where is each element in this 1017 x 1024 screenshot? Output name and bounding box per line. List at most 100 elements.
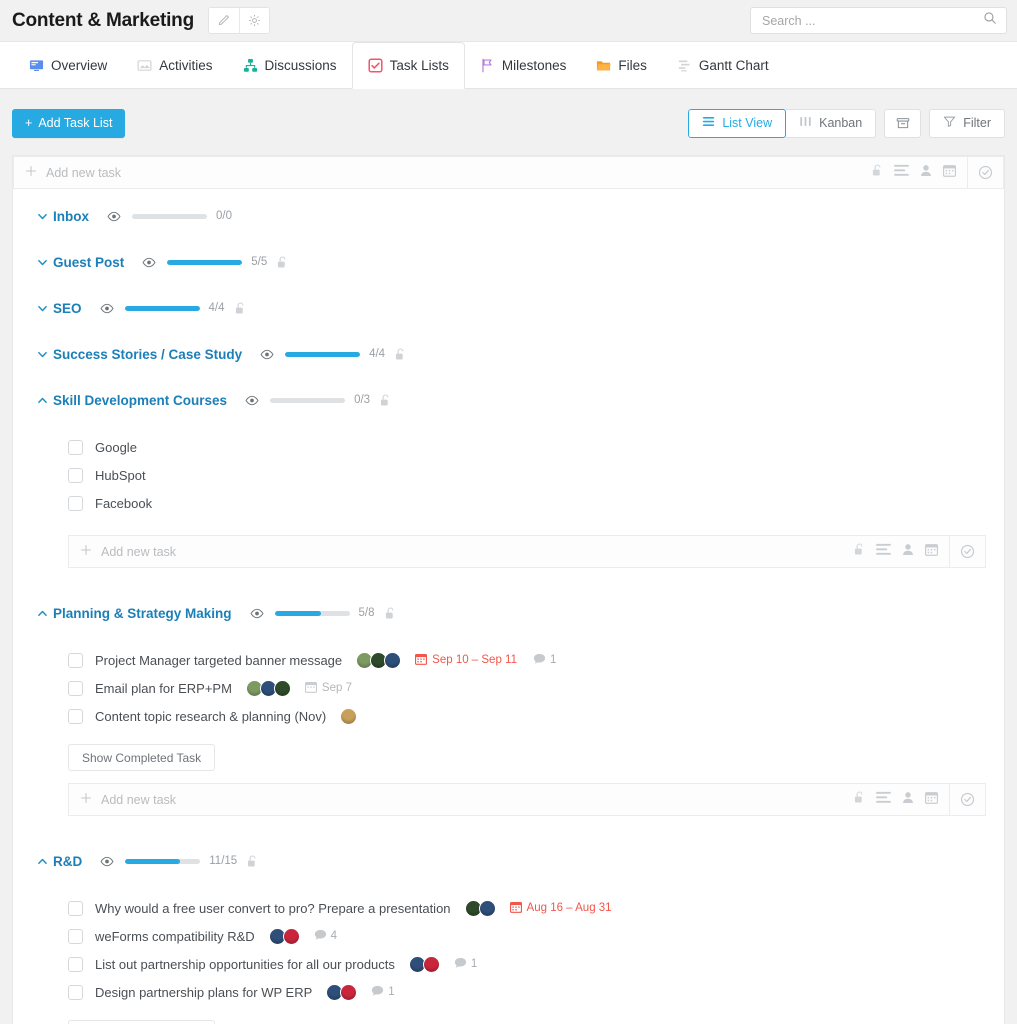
- task-due-date[interactable]: Sep 10 – Sep 11: [415, 653, 517, 668]
- task-list-name[interactable]: Success Stories / Case Study: [53, 347, 242, 362]
- task-checkbox[interactable]: [68, 467, 83, 483]
- task-title[interactable]: Content topic research & planning (Nov): [95, 709, 326, 724]
- task-checkbox[interactable]: [68, 708, 83, 724]
- task-checkbox[interactable]: [68, 928, 83, 944]
- avatar[interactable]: [384, 651, 402, 669]
- show-completed-task-button[interactable]: Show Completed Task: [68, 744, 216, 771]
- add-new-task-field[interactable]: Add new task: [69, 543, 854, 561]
- check-circle-icon[interactable]: [949, 535, 985, 568]
- task-title[interactable]: List out partnership opportunities for a…: [95, 957, 395, 972]
- task-due-date[interactable]: Sep 7: [304, 681, 352, 696]
- task-row[interactable]: Why would a free user convert to pro? Pr…: [13, 894, 1004, 922]
- task-row[interactable]: weForms compatibility R&D 4: [13, 922, 1004, 950]
- task-row[interactable]: Design partnership plans for WP ERP 1: [13, 978, 1004, 1006]
- user-icon[interactable]: [920, 164, 932, 182]
- add-new-task-row[interactable]: Add new task: [13, 156, 1004, 189]
- avatar[interactable]: [478, 899, 496, 917]
- lock-open-icon[interactable]: [235, 301, 246, 315]
- add-new-task-field[interactable]: Add new task: [14, 164, 872, 182]
- tab-files[interactable]: Files: [581, 42, 662, 88]
- task-row[interactable]: Google: [13, 433, 1004, 461]
- task-title[interactable]: weForms compatibility R&D: [95, 929, 255, 944]
- tab-overview[interactable]: Overview: [14, 42, 122, 88]
- task-row[interactable]: Facebook: [13, 489, 1004, 517]
- eye-icon[interactable]: [100, 856, 114, 867]
- chevron-down-icon[interactable]: [31, 302, 53, 315]
- archive-box-icon[interactable]: [884, 108, 922, 138]
- avatar[interactable]: [273, 679, 291, 697]
- chevron-down-icon[interactable]: [31, 348, 53, 361]
- task-row[interactable]: HubSpot: [13, 461, 1004, 489]
- tab-milestones[interactable]: Milestones: [465, 42, 582, 88]
- add-new-task-field[interactable]: Add new task: [69, 791, 854, 809]
- avatar[interactable]: [422, 955, 440, 973]
- task-due-date[interactable]: Aug 16 – Aug 31: [509, 901, 612, 916]
- avatar[interactable]: [340, 983, 358, 1001]
- search-box[interactable]: [750, 7, 1007, 34]
- align-lines-icon[interactable]: [894, 164, 909, 182]
- task-comment-count[interactable]: 1: [371, 985, 395, 1000]
- filter-button[interactable]: Filter: [929, 108, 1005, 138]
- chevron-up-icon[interactable]: [31, 607, 53, 620]
- task-checkbox[interactable]: [68, 495, 83, 511]
- lock-open-icon[interactable]: [247, 854, 258, 868]
- task-row[interactable]: Project Manager targeted banner message S…: [13, 646, 1004, 674]
- task-list-name[interactable]: Planning & Strategy Making: [53, 606, 232, 621]
- calendar-icon[interactable]: [924, 543, 939, 561]
- task-comment-count[interactable]: 1: [454, 957, 477, 972]
- task-comment-count[interactable]: 4: [314, 929, 337, 944]
- task-comment-count[interactable]: 1: [533, 653, 556, 668]
- pencil-icon[interactable]: [208, 8, 239, 33]
- tab-activities[interactable]: Activities: [122, 42, 227, 88]
- task-title[interactable]: Google: [95, 440, 137, 455]
- kanban-button[interactable]: Kanban: [786, 108, 877, 138]
- task-list-name[interactable]: Inbox: [53, 209, 89, 224]
- task-checkbox[interactable]: [68, 984, 83, 1000]
- add-new-task-row[interactable]: Add new task: [68, 535, 986, 568]
- eye-icon[interactable]: [142, 257, 156, 268]
- align-lines-icon[interactable]: [876, 791, 891, 809]
- list-view-button[interactable]: List View: [688, 108, 787, 138]
- eye-icon[interactable]: [245, 395, 259, 406]
- eye-icon[interactable]: [107, 211, 121, 222]
- tab-task-lists[interactable]: Task Lists: [351, 42, 465, 89]
- task-title[interactable]: Project Manager targeted banner message: [95, 653, 342, 668]
- task-list-name[interactable]: R&D: [53, 854, 82, 869]
- task-title[interactable]: Design partnership plans for WP ERP: [95, 985, 312, 1000]
- chevron-up-icon[interactable]: [31, 855, 53, 868]
- avatar[interactable]: [282, 927, 300, 945]
- task-checkbox[interactable]: [68, 439, 83, 455]
- lock-open-icon[interactable]: [385, 606, 396, 620]
- chevron-down-icon[interactable]: [31, 256, 53, 269]
- task-row[interactable]: List out partnership opportunities for a…: [13, 950, 1004, 978]
- lock-open-icon[interactable]: [380, 393, 391, 407]
- task-title[interactable]: Email plan for ERP+PM: [95, 681, 232, 696]
- task-list-name[interactable]: SEO: [53, 301, 82, 316]
- task-title[interactable]: HubSpot: [95, 468, 146, 483]
- lock-open-icon[interactable]: [277, 255, 288, 269]
- task-checkbox[interactable]: [68, 680, 83, 696]
- task-title[interactable]: Facebook: [95, 496, 152, 511]
- task-row[interactable]: Content topic research & planning (Nov): [13, 702, 1004, 730]
- avatar[interactable]: [340, 707, 358, 725]
- align-lines-icon[interactable]: [876, 543, 891, 561]
- chevron-down-icon[interactable]: [31, 210, 53, 223]
- task-list-name[interactable]: Skill Development Courses: [53, 393, 227, 408]
- task-title[interactable]: Why would a free user convert to pro? Pr…: [95, 901, 451, 916]
- eye-icon[interactable]: [250, 608, 264, 619]
- add-new-task-row[interactable]: Add new task: [68, 783, 986, 816]
- lock-open-icon[interactable]: [395, 347, 406, 361]
- lock-open-icon[interactable]: [854, 790, 865, 809]
- check-circle-icon[interactable]: [949, 783, 985, 816]
- task-checkbox[interactable]: [68, 956, 83, 972]
- eye-icon[interactable]: [260, 349, 274, 360]
- chevron-up-icon[interactable]: [31, 394, 53, 407]
- task-checkbox[interactable]: [68, 900, 83, 916]
- gear-icon[interactable]: [238, 8, 269, 33]
- task-row[interactable]: Email plan for ERP+PM Sep 7: [13, 674, 1004, 702]
- show-completed-task-button[interactable]: Show Completed Task: [68, 1020, 216, 1024]
- user-icon[interactable]: [902, 791, 914, 809]
- search-input[interactable]: [760, 12, 983, 29]
- task-list-name[interactable]: Guest Post: [53, 255, 124, 270]
- task-checkbox[interactable]: [68, 652, 83, 668]
